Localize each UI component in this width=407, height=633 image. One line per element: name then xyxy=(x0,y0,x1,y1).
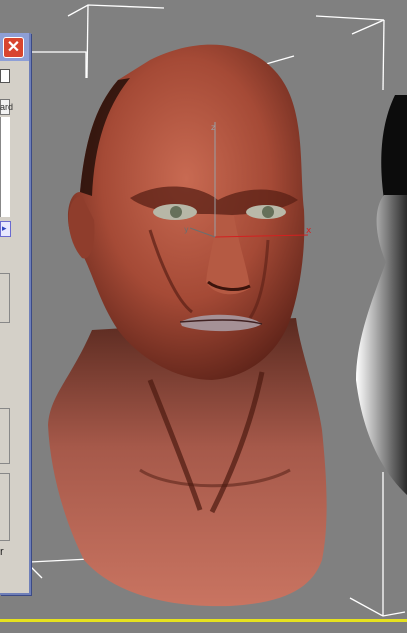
gizmo-x-label: x xyxy=(306,226,312,236)
panel-groupbox xyxy=(0,408,10,464)
greyscale-head-model[interactable] xyxy=(356,95,407,495)
panel-titlebar[interactable]: ✕ xyxy=(0,33,29,61)
panel-groupbox xyxy=(0,273,10,323)
gizmo-y-label: y xyxy=(184,225,189,234)
panel-input-field[interactable] xyxy=(0,69,10,83)
close-button[interactable]: ✕ xyxy=(3,37,24,58)
close-icon: ✕ xyxy=(6,39,21,56)
dropdown-arrow-icon: ▸ xyxy=(2,223,7,233)
textured-head-model[interactable] xyxy=(48,44,327,607)
perspective-viewport[interactable]: z x y xyxy=(0,0,407,633)
panel-groupbox xyxy=(0,473,10,541)
panel-dropdown[interactable]: ▸ xyxy=(0,221,11,237)
panel-list-area[interactable] xyxy=(0,117,10,217)
panel-bottom-label: r xyxy=(0,546,4,558)
panel-option-label: ard xyxy=(0,102,14,112)
floating-command-panel[interactable]: ✕ ard ▸ r xyxy=(0,33,31,595)
viewport-scene[interactable]: z x y xyxy=(0,0,407,633)
viewport-active-border xyxy=(0,619,407,622)
gizmo-z-label: z xyxy=(211,123,215,132)
